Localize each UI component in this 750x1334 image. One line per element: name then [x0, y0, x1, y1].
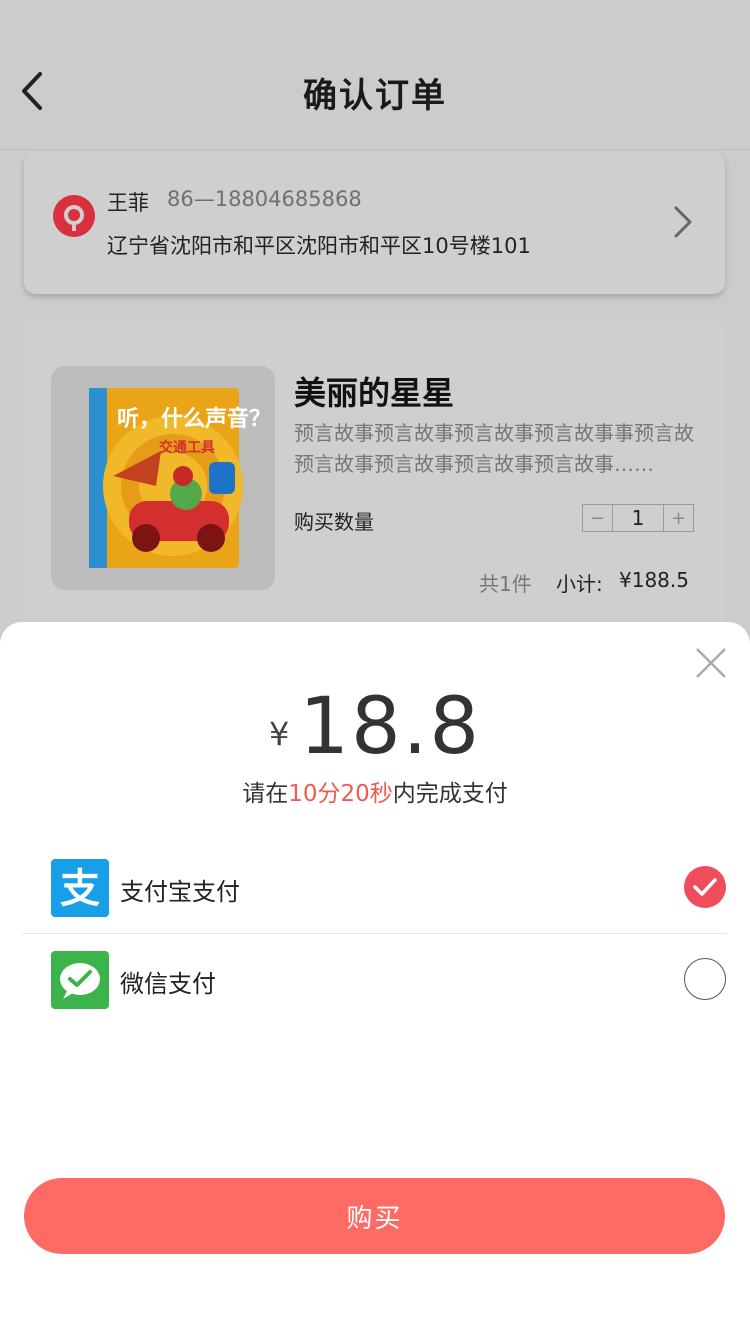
quantity-value[interactable]: 1	[613, 505, 663, 531]
page-title: 确认订单	[303, 76, 447, 116]
payment-label-alipay: 支付宝支付	[120, 878, 240, 906]
quantity-label: 购买数量	[294, 510, 374, 534]
svg-text:支: 支	[60, 866, 100, 912]
product-title: 美丽的星星	[294, 374, 455, 412]
payment-sheet: ¥18.8 请在10分20秒内完成支付 支 支付宝支付 微信支付 购买	[0, 622, 750, 1334]
payment-option-alipay[interactable]: 支 支付宝支付	[22, 842, 727, 934]
product-description: 预言故事预言故事预言故事预言故事事预言故预言故事预言故事预言故事预言故事……	[294, 421, 694, 476]
shipping-address: 辽宁省沈阳市和平区沈阳市和平区10号楼101	[107, 234, 531, 258]
chevron-right-icon	[674, 206, 692, 238]
subtotal-label: 小计:	[556, 572, 603, 596]
decrease-button[interactable]: −	[583, 505, 613, 531]
product-cover-image: 听，什么声音？ 交通工具	[51, 366, 275, 590]
payment-amount: ¥18.8	[0, 682, 750, 772]
quantity-stepper: − 1 +	[582, 504, 694, 532]
address-card[interactable]: 王菲 86—18804685868 辽宁省沈阳市和平区沈阳市和平区10号楼101	[24, 152, 725, 294]
nav-header: 确认订单	[0, 0, 750, 150]
cover-subtitle: 交通工具	[159, 439, 215, 456]
recipient-name: 王菲	[107, 191, 149, 215]
close-icon[interactable]	[694, 646, 728, 680]
buy-button[interactable]: 购买	[24, 1178, 725, 1254]
currency-symbol: ¥	[268, 715, 290, 753]
recipient-phone: 86—18804685868	[167, 187, 362, 211]
payment-timer: 请在10分20秒内完成支付	[0, 774, 750, 808]
payment-option-wechat[interactable]: 微信支付	[22, 934, 727, 1026]
radio-unselected-icon[interactable]	[684, 958, 726, 1000]
location-pin-icon	[53, 195, 95, 237]
alipay-icon: 支	[51, 859, 109, 917]
radio-selected-icon[interactable]	[684, 866, 726, 908]
timer-countdown: 10分20秒	[288, 781, 393, 807]
timer-suffix: 内完成支付	[392, 781, 508, 807]
increase-button[interactable]: +	[663, 505, 693, 531]
subtotal-value: ¥188.5	[619, 568, 689, 592]
amount-value: 18.8	[299, 682, 482, 772]
cover-title: 听，什么声音？	[117, 406, 271, 432]
wechat-pay-icon	[51, 951, 109, 1009]
item-count: 共1件	[479, 572, 532, 596]
payment-label-wechat: 微信支付	[120, 970, 216, 998]
product-card: 听，什么声音？ 交通工具 美丽的星星 预言故事预言故事预言故事预言故事事预言故预…	[24, 320, 725, 640]
timer-prefix: 请在	[242, 781, 289, 807]
